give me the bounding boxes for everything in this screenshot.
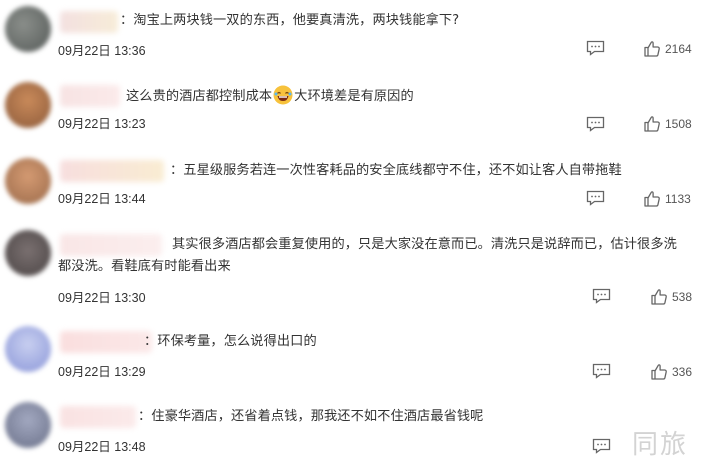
like-count: 336 (672, 365, 693, 379)
username-blurred[interactable] (60, 11, 118, 33)
reply-icon[interactable] (592, 438, 611, 454)
comment-time: 09月22日 13:36 (58, 44, 146, 58)
thumbs-up-icon (651, 289, 667, 305)
like-count: 2164 (665, 42, 692, 56)
laughing-emoji-icon (273, 85, 293, 105)
avatar[interactable] (5, 402, 51, 448)
avatar[interactable] (5, 82, 51, 128)
like-button[interactable]: 336 (650, 363, 702, 381)
reply-icon[interactable] (586, 116, 605, 132)
like-button[interactable]: 2164 (643, 40, 703, 58)
thumbs-up-icon (644, 191, 660, 207)
comment-text-line: ：五星级服务若连一次性客耗品的安全底线都守不住，还不如让客人自带拖鞋 (170, 163, 622, 178)
comment-item: ：环保考量，怎么说得出口的 09月22日 13:29 336 (0, 318, 719, 396)
reply-icon[interactable] (586, 40, 605, 56)
comment-text: ：住豪华酒店，还省着点钱，那我还不如不住酒店最省钱呢 (138, 406, 483, 428)
comment-time: 09月22日 13:30 (58, 291, 146, 305)
comment-item: ：淘宝上两块钱一双的东西，他要真清洗，两块钱能拿下? 09月22日 13:36 … (0, 0, 719, 76)
comment-text: ：淘宝上两块钱一双的东西，他要真清洗，两块钱能拿下? (120, 10, 459, 32)
username-blurred[interactable] (60, 85, 120, 107)
username-blurred[interactable] (60, 331, 152, 353)
thumbs-up-icon (644, 41, 660, 57)
comment-text-line: ：环保考量，怎么说得出口的 (144, 334, 317, 349)
reply-icon[interactable] (586, 190, 605, 206)
comment-time: 09月22日 13:48 (58, 440, 146, 454)
comment-text-line: ：住豪华酒店，还省着点钱，那我还不如不住酒店最省钱呢 (138, 409, 484, 424)
like-count: 538 (672, 290, 693, 304)
like-button[interactable]: 1133 (643, 190, 703, 208)
comment-time: 09月22日 13:23 (58, 117, 146, 131)
reply-icon[interactable] (592, 363, 611, 379)
thumbs-up-icon (651, 364, 667, 380)
comment-item: 这么贵的酒店都控制成本 大环境差是有原因的 09月22日 13:23 1508 (0, 76, 719, 154)
comment-text: 其实很多酒店都会重复使用的，只是大家没在意而已。清洗只是说辞而已，估计很多洗 都… (58, 234, 677, 278)
avatar[interactable] (5, 326, 51, 372)
avatar[interactable] (5, 6, 51, 52)
comment-text-segment: 大环境差是有原因的 (294, 89, 414, 104)
comment-text-line: 都没洗。看鞋底有时能看出来 (58, 259, 231, 274)
like-button[interactable]: 1508 (643, 115, 703, 133)
avatar[interactable] (5, 158, 51, 204)
comment-text: 这么贵的酒店都控制成本 大环境差是有原因的 (126, 85, 414, 108)
comment-item: ：住豪华酒店，还省着点钱，那我还不如不住酒店最省钱呢 09月22日 13:48 (0, 396, 719, 474)
comment-text: ：环保考量，怎么说得出口的 (144, 331, 317, 353)
comment-text-line: 其实很多酒店都会重复使用的，只是大家没在意而已。清洗只是说辞而已，估计很多洗 (172, 237, 677, 252)
comment-item: ：五星级服务若连一次性客耗品的安全底线都守不住，还不如让客人自带拖鞋 09月22… (0, 154, 719, 226)
thumbs-up-icon (644, 116, 660, 132)
username-blurred[interactable] (60, 160, 164, 182)
like-count: 1133 (665, 192, 691, 206)
comment-text-segment: 这么贵的酒店都控制成本 (126, 89, 273, 104)
comment-text: ：五星级服务若连一次性客耗品的安全底线都守不住，还不如让客人自带拖鞋 (170, 160, 622, 182)
comment-item: 其实很多酒店都会重复使用的，只是大家没在意而已。清洗只是说辞而已，估计很多洗 都… (0, 226, 719, 318)
reply-icon[interactable] (592, 288, 611, 304)
comment-time: 09月22日 13:44 (58, 192, 146, 206)
avatar[interactable] (5, 230, 51, 276)
like-button[interactable]: 538 (650, 288, 702, 306)
comment-text-line: ：淘宝上两块钱一双的东西，他要真清洗，两块钱能拿下? (120, 13, 460, 28)
comment-time: 09月22日 13:29 (58, 365, 146, 379)
watermark-text: 同旅 (632, 430, 689, 460)
like-count: 1508 (665, 117, 692, 131)
username-blurred[interactable] (60, 406, 136, 428)
